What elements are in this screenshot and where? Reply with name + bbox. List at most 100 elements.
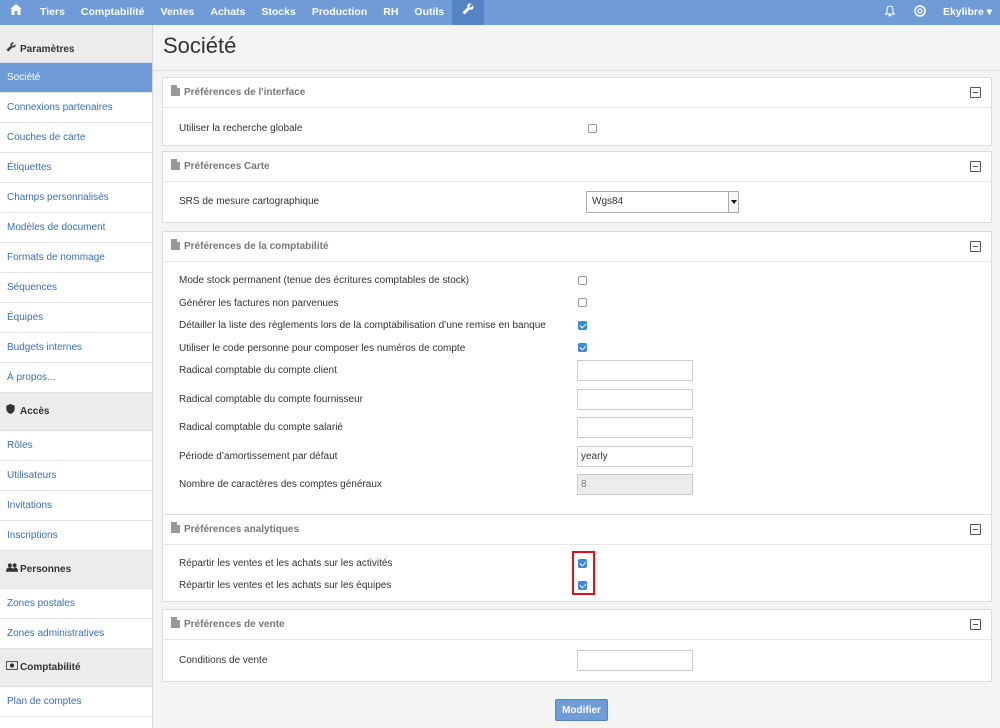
document-icon: [171, 239, 180, 250]
nav-achats[interactable]: Achats: [202, 0, 253, 25]
employee-radical-input[interactable]: [577, 417, 693, 438]
sidebar: Paramètres Société Connexions partenaire…: [0, 25, 153, 728]
panel-title: Préférences de l'interface: [184, 87, 306, 98]
label-sale-conditions: Conditions de vente: [179, 655, 268, 666]
bell-icon[interactable]: [875, 5, 905, 20]
sidebar-item-apropos[interactable]: À propos...: [0, 363, 152, 393]
label-person-code: Utiliser le code personne pour composer …: [179, 343, 466, 354]
client-radical-input[interactable]: [577, 360, 693, 381]
panel-sale: Préférences de vente Conditions de vente: [162, 609, 992, 682]
help-icon[interactable]: [905, 5, 935, 20]
sidebar-section-title: Comptabilité: [20, 662, 81, 673]
panel-interface: Préférences de l'interface Utiliser la r…: [162, 77, 992, 146]
label-detail-payments: Détailler la liste des règlements lors d…: [179, 320, 546, 331]
label-non-received-invoices: Générer les factures non parvenues: [179, 298, 339, 309]
user-name: Ekylibre: [942, 6, 984, 18]
checkbox-permanent-stock[interactable]: [578, 276, 587, 285]
user-menu[interactable]: Ekylibre ▾: [935, 0, 1000, 25]
chevron-down-icon: [728, 192, 738, 212]
collapse-icon[interactable]: [970, 619, 981, 630]
checkbox-non-received-invoices[interactable]: [578, 298, 587, 307]
modifier-button[interactable]: Modifier: [555, 699, 608, 721]
nav-comptabilite[interactable]: Comptabilité: [73, 0, 153, 25]
nav-outils[interactable]: Outils: [406, 0, 452, 25]
sale-conditions-input[interactable]: [577, 650, 693, 671]
sidebar-item-zones-postales[interactable]: Zones postales: [0, 589, 152, 619]
nav-production[interactable]: Production: [304, 0, 375, 25]
sidebar-section-title: Accès: [20, 406, 50, 417]
sidebar-item-sequences[interactable]: Séquences: [0, 273, 152, 303]
people-icon: [6, 551, 18, 589]
panel-header: Préférences de la comptabilité: [163, 232, 991, 262]
sidebar-item-inscriptions[interactable]: Inscriptions: [0, 521, 152, 551]
nav-rh[interactable]: RH: [375, 0, 406, 25]
sidebar-item-formats[interactable]: Formats de nommage: [0, 243, 152, 273]
sidebar-item-modeles[interactable]: Modèles de document: [0, 213, 152, 243]
srs-select[interactable]: Wgs84: [586, 191, 739, 213]
sidebar-item-invitations[interactable]: Invitations: [0, 491, 152, 521]
panel-title: Préférences de la comptabilité: [184, 241, 329, 252]
label-teams: Répartir les ventes et les achats sur le…: [179, 580, 392, 591]
checkbox-global-search[interactable]: [588, 124, 597, 133]
panel-title: Préférences analytiques: [184, 524, 300, 535]
sidebar-item-couches[interactable]: Couches de carte: [0, 123, 152, 153]
panel-header: Préférences de vente: [163, 610, 991, 640]
sidebar-section-title: Paramètres: [20, 44, 75, 55]
panel-header: Préférences de l'interface: [163, 78, 991, 108]
sidebar-item-connexions[interactable]: Connexions partenaires: [0, 93, 152, 123]
panel-map: Préférences Carte SRS de mesure cartogra…: [162, 151, 992, 223]
supplier-radical-input[interactable]: [577, 389, 693, 410]
wrench-icon[interactable]: [452, 0, 485, 25]
sidebar-item-etiquettes[interactable]: Étiquettes: [0, 153, 152, 183]
sidebar-item-zones-admin[interactable]: Zones administratives: [0, 619, 152, 649]
document-icon: [171, 85, 180, 96]
sidebar-item-roles[interactable]: Rôles: [0, 431, 152, 461]
nav-stocks[interactable]: Stocks: [253, 0, 303, 25]
collapse-icon[interactable]: [970, 524, 981, 535]
sidebar-item-plan-comptes[interactable]: Plan de comptes: [0, 687, 152, 717]
label-srs: SRS de mesure cartographique: [179, 196, 320, 207]
page-title: Société: [163, 33, 237, 58]
chevron-down-icon: ▾: [986, 6, 992, 18]
sidebar-item-equipes[interactable]: Équipes: [0, 303, 152, 333]
label-activities: Répartir les ventes et les achats sur le…: [179, 558, 393, 569]
collapse-icon[interactable]: [970, 241, 981, 252]
srs-value: Wgs84: [592, 196, 624, 207]
sidebar-section-comptabilite: Comptabilité: [0, 649, 152, 687]
panel-header: Préférences Carte: [163, 152, 991, 182]
sidebar-section-parametres: Paramètres: [0, 25, 152, 63]
document-icon: [171, 617, 180, 628]
panel-header: Préférences analytiques: [163, 515, 991, 545]
panel-title: Préférences Carte: [184, 161, 270, 172]
label-global-search: Utiliser la recherche globale: [179, 123, 303, 134]
label-permanent-stock: Mode stock permanent (tenue des écriture…: [179, 275, 470, 286]
label-client-radical: Radical comptable du compte client: [179, 365, 337, 376]
panel-analytics: Préférences analytiques Répartir les ven…: [162, 514, 992, 602]
document-icon: [171, 159, 180, 170]
sidebar-section-acces: Accès: [0, 393, 152, 431]
shield-icon: [6, 393, 18, 431]
sidebar-item-societe[interactable]: Société: [0, 63, 152, 93]
nav-ventes[interactable]: Ventes: [153, 0, 203, 25]
top-navbar: Tiers Comptabilité Ventes Achats Stocks …: [0, 0, 1000, 25]
money-icon: [6, 649, 18, 687]
sidebar-item-champs[interactable]: Champs personnalisés: [0, 183, 152, 213]
label-account-chars: Nombre de caractères des comptes générau…: [179, 479, 382, 490]
divider: [153, 70, 1000, 71]
sidebar-item-utilisateurs[interactable]: Utilisateurs: [0, 461, 152, 491]
sidebar-section-title: Personnes: [20, 564, 72, 575]
label-employee-radical: Radical comptable du compte salarié: [179, 422, 343, 433]
checkbox-detail-payments[interactable]: [578, 321, 587, 330]
document-icon: [171, 522, 180, 533]
sidebar-section-personnes: Personnes: [0, 551, 152, 589]
depreciation-period-input[interactable]: yearly: [577, 446, 693, 467]
main-content: Société Préférences de l'interface Utili…: [153, 25, 1000, 728]
sidebar-item-budgets[interactable]: Budgets internes: [0, 333, 152, 363]
account-chars-input: 8: [577, 474, 693, 495]
collapse-icon[interactable]: [970, 87, 981, 98]
label-depreciation-period: Période d’amortissement par défaut: [179, 451, 338, 462]
collapse-icon[interactable]: [970, 161, 981, 172]
checkbox-person-code[interactable]: [578, 343, 587, 352]
home-icon[interactable]: [0, 0, 32, 25]
nav-tiers[interactable]: Tiers: [32, 0, 73, 25]
